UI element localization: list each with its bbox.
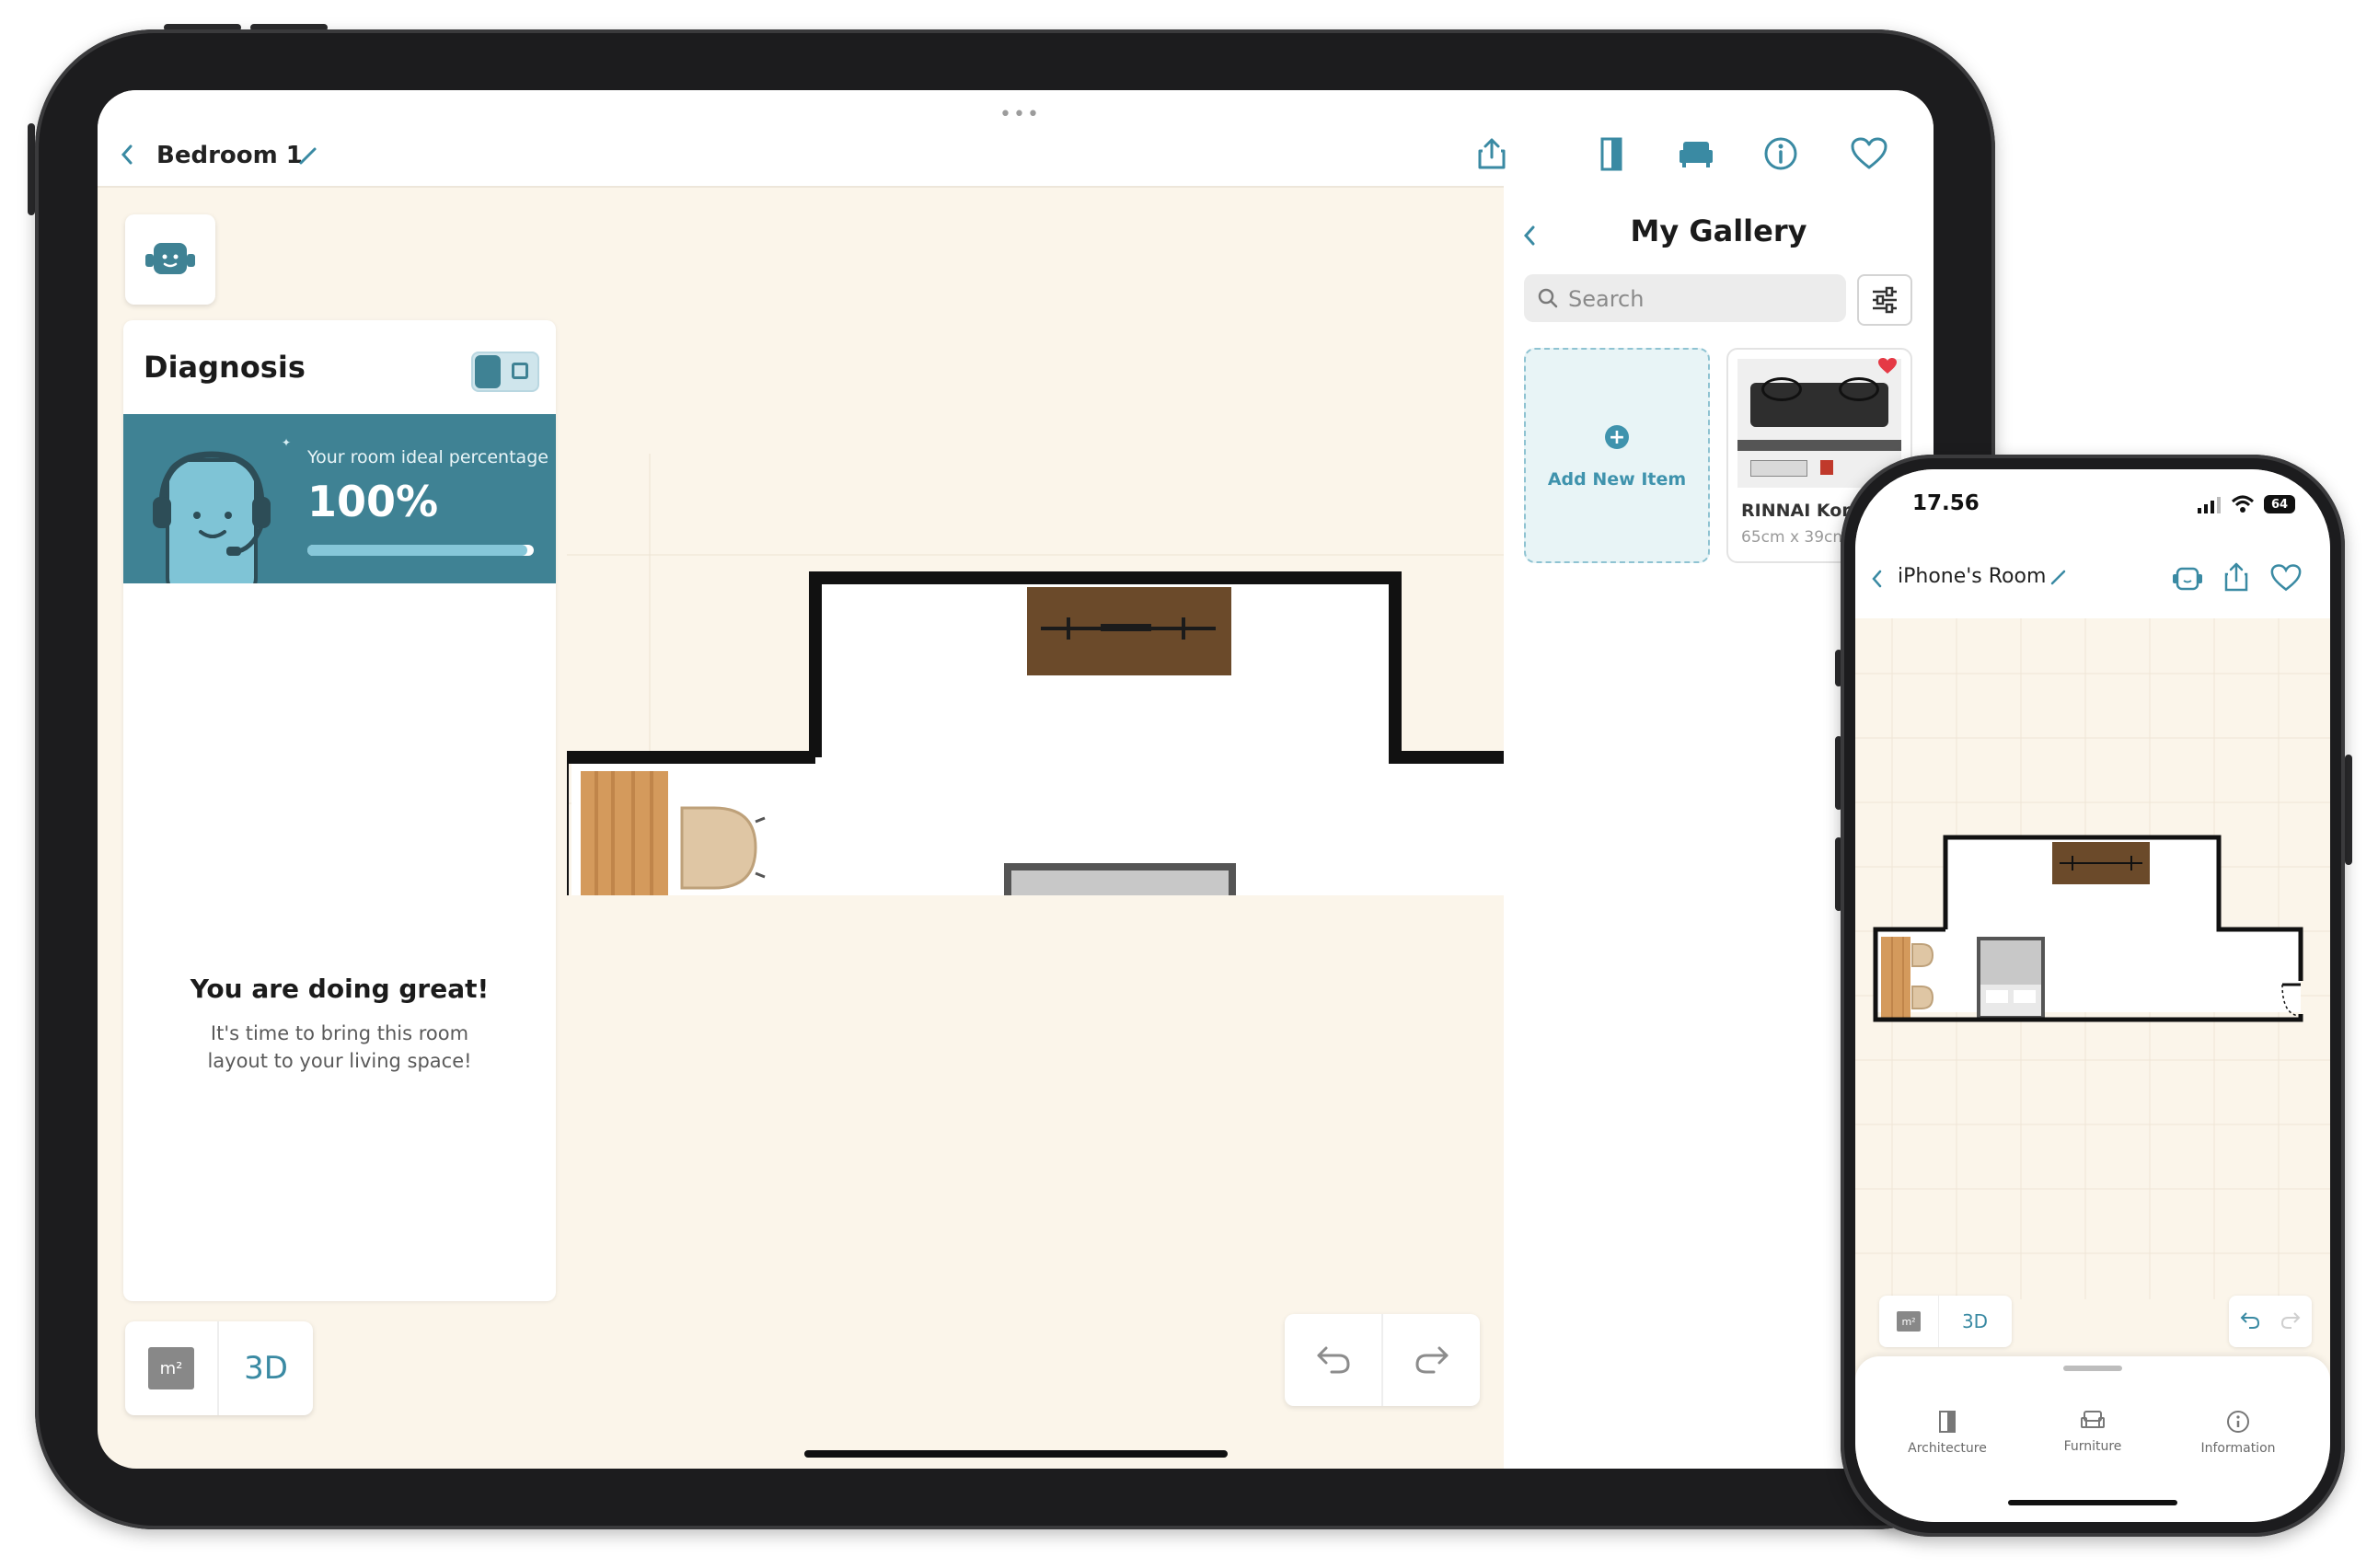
- bottom-sheet: Architecture Furniture Information: [1855, 1356, 2330, 1522]
- redo-icon: [1414, 1346, 1448, 1374]
- wifi-icon: [2231, 495, 2255, 513]
- sheet-grabber[interactable]: [2063, 1366, 2122, 1371]
- ipad-screen: ••• Bedroom 1 Diagnosis ✦ Your room idea…: [98, 90, 1934, 1469]
- bed[interactable]: [1004, 863, 1236, 895]
- view-toolbar: m² 3D: [125, 1321, 313, 1415]
- heart-icon[interactable]: [2269, 563, 2303, 593]
- percentage-label: Your room ideal percentage: [307, 447, 548, 467]
- armchair-icon: [2081, 1411, 2105, 1428]
- area-icon: m²: [148, 1347, 194, 1389]
- ideal-progress-bar: [307, 545, 534, 556]
- info-icon[interactable]: [1758, 131, 1804, 177]
- info-icon: [2227, 1411, 2249, 1433]
- phone-side-button: [2345, 755, 2352, 865]
- gallery-title: My Gallery: [1630, 213, 1807, 248]
- door-icon[interactable]: [1588, 131, 1634, 177]
- chevron-left-icon[interactable]: [1870, 569, 1883, 589]
- pencil-icon[interactable]: [2050, 569, 2067, 585]
- share-icon[interactable]: [2223, 561, 2249, 593]
- wardrobe[interactable]: [1027, 587, 1231, 675]
- room-title[interactable]: Bedroom 1: [156, 142, 303, 169]
- area-button[interactable]: m²: [125, 1321, 219, 1415]
- phone-chair-bottom[interactable]: [1911, 986, 1934, 1009]
- undo-button[interactable]: [1285, 1314, 1383, 1406]
- plus-icon: +: [1605, 425, 1629, 449]
- share-icon[interactable]: [1469, 131, 1515, 177]
- favorite-heart-icon[interactable]: [1877, 357, 1898, 375]
- iphone-header: iPhone's Room: [1855, 543, 2330, 618]
- status-bar: 17.56 64: [1855, 469, 2330, 543]
- tab-furniture[interactable]: Furniture: [2028, 1410, 2157, 1454]
- undo-icon[interactable]: [2240, 1310, 2260, 1331]
- desk[interactable]: [581, 771, 668, 895]
- home-indicator[interactable]: [804, 1450, 1228, 1458]
- robot-assistant-icon: [145, 243, 195, 274]
- redo-icon[interactable]: [2280, 1310, 2301, 1331]
- tab-information[interactable]: Information: [2174, 1410, 2303, 1456]
- area-icon: m²: [1897, 1311, 1921, 1332]
- gallery-search-input[interactable]: Search: [1524, 274, 1846, 322]
- 3d-view-button[interactable]: 3D: [219, 1321, 313, 1415]
- add-new-item-card[interactable]: + Add New Item: [1524, 348, 1710, 563]
- status-headline: You are doing great!: [190, 974, 490, 1004]
- iphone-history-toolbar: [2229, 1296, 2312, 1347]
- percentage-value: 100%: [307, 477, 439, 526]
- status-time: 17.56: [1912, 491, 1980, 515]
- floor-plan[interactable]: [567, 454, 1588, 895]
- redo-button[interactable]: [1383, 1314, 1480, 1406]
- robot-assistant-icon[interactable]: [2172, 565, 2203, 593]
- area-button[interactable]: m²: [1879, 1296, 1939, 1347]
- diagnosis-title: Diagnosis: [144, 350, 306, 385]
- product-image: [1737, 359, 1901, 488]
- filter-button[interactable]: [1857, 274, 1912, 326]
- ipad-header: ••• Bedroom 1: [98, 90, 1934, 188]
- armchair-icon[interactable]: [1671, 131, 1721, 177]
- battery-icon: 64: [2264, 495, 2295, 513]
- panel-toggle[interactable]: [471, 352, 539, 392]
- phone-desk[interactable]: [1881, 937, 1910, 1020]
- robot-headset-icon: [153, 451, 271, 583]
- iphone-room-title[interactable]: iPhone's Room: [1898, 565, 2046, 588]
- assistant-button[interactable]: [125, 214, 215, 305]
- signal-icon: [2198, 497, 2221, 513]
- status-message: It's time to bring this room layout to y…: [207, 1022, 472, 1072]
- ideal-progress-fill: [307, 545, 527, 556]
- iphone-floor-plan[interactable]: [1855, 618, 2330, 1299]
- multitasking-dots[interactable]: •••: [999, 103, 1041, 126]
- pencil-icon[interactable]: [293, 140, 324, 171]
- diagnosis-panel: Diagnosis ✦ Your room ideal percentage 1…: [123, 320, 556, 1301]
- iphone-home-indicator[interactable]: [2008, 1500, 2177, 1505]
- iphone-screen: 17.56 64 iPhone's Room m² 3D Architectur…: [1855, 469, 2330, 1522]
- search-icon: [1538, 288, 1558, 308]
- phone-chair-top[interactable]: [1911, 943, 1934, 967]
- undo-icon: [1317, 1346, 1350, 1374]
- chevron-left-icon[interactable]: [110, 138, 144, 171]
- iphone-view-toolbar: m² 3D: [1879, 1296, 2012, 1347]
- history-toolbar: [1285, 1314, 1480, 1406]
- sparkle-icon: ✦: [282, 436, 292, 449]
- power-button: [28, 123, 35, 215]
- heart-icon[interactable]: [1844, 131, 1894, 177]
- door-icon: [1939, 1411, 1956, 1433]
- tab-architecture[interactable]: Architecture: [1883, 1410, 2012, 1456]
- 3d-view-button[interactable]: 3D: [1938, 1296, 2012, 1347]
- diagnosis-banner: ✦ Your room ideal percentage 100%: [123, 414, 556, 583]
- sliders-icon: [1873, 286, 1897, 314]
